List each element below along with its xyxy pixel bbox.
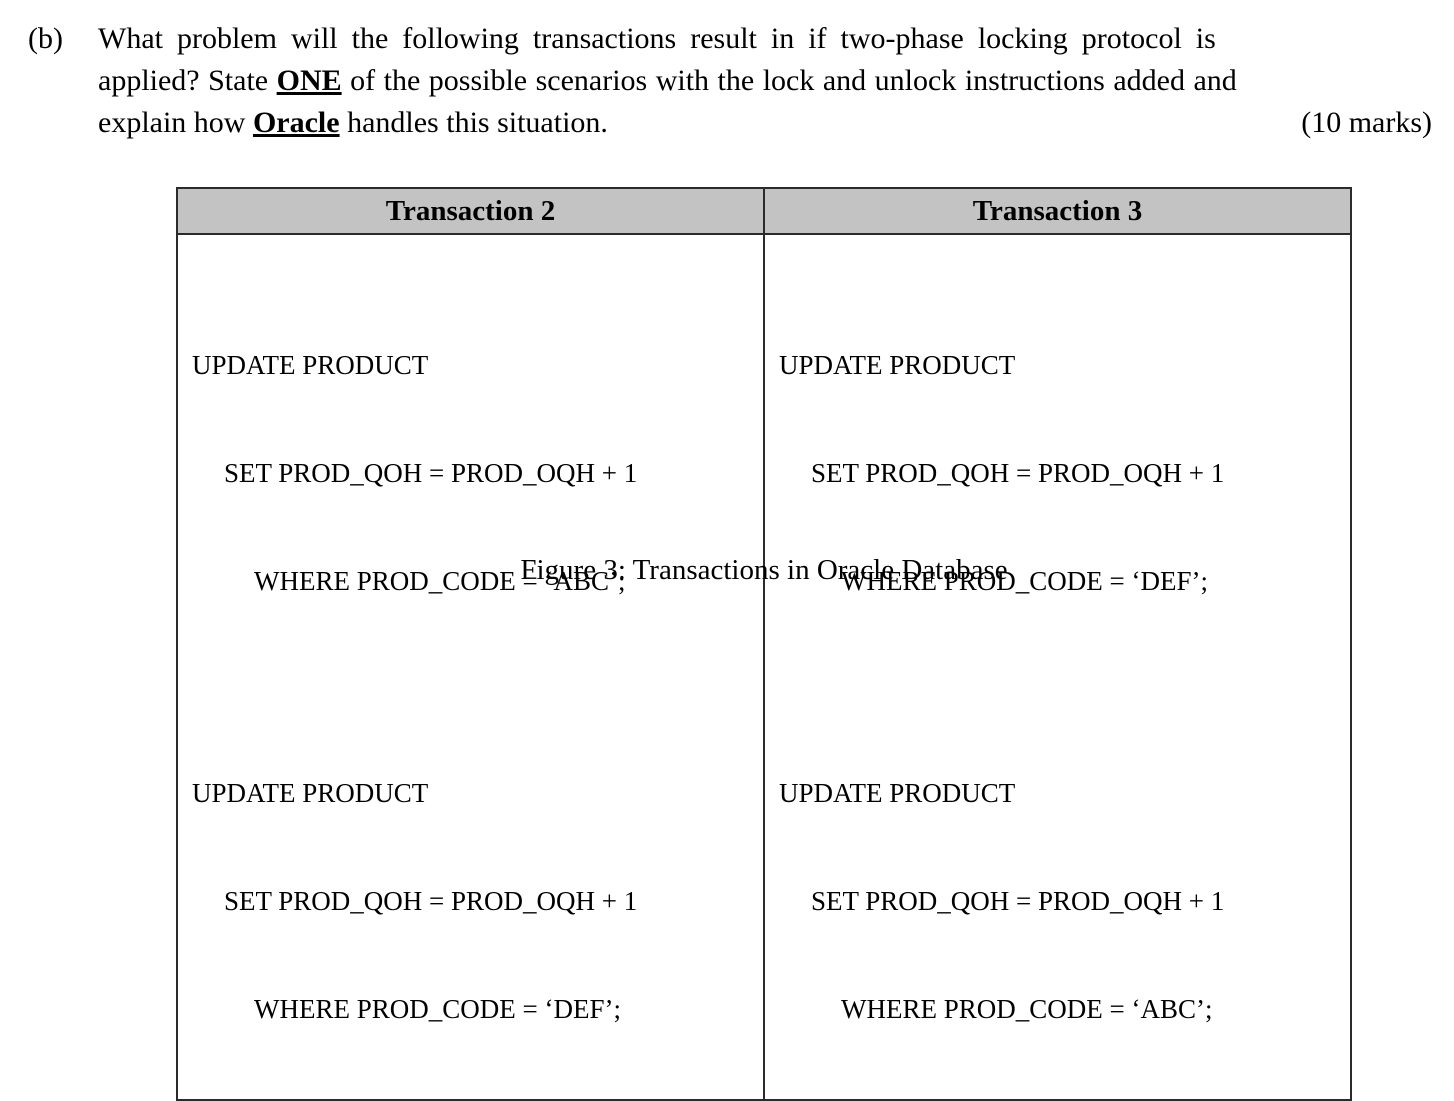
sql-line: SET PROD_QOH = PROD_OQH + 1 <box>224 458 638 488</box>
question-line-3-text-after: handles this situation. <box>339 106 608 139</box>
sql-line: UPDATE PRODUCT <box>192 778 429 808</box>
question-line-2-text-before: applied? State <box>98 64 277 97</box>
question-line-2: applied? State ONE of the possible scena… <box>98 60 1432 102</box>
question-line-3: explain how Oracle handles this situatio… <box>98 102 1432 144</box>
sql-line: UPDATE PRODUCT <box>192 350 429 380</box>
sql-blank-line <box>779 671 1350 703</box>
question-block: (b) What problem will the following tran… <box>28 18 1432 144</box>
question-line-2-text-after: of the possible scenarios with the lock … <box>341 64 1237 97</box>
marks-allocation: (10 marks) <box>1301 106 1432 139</box>
sql-line: SET PROD_QOH = PROD_OQH + 1 <box>811 886 1225 916</box>
question-label: (b) <box>28 22 63 55</box>
cell-transaction-3: UPDATE PRODUCT SET PROD_QOH = PROD_OQH +… <box>763 233 1352 1101</box>
column-header-transaction-3: Transaction 3 <box>763 187 1352 235</box>
cell-transaction-2: UPDATE PRODUCT SET PROD_QOH = PROD_OQH +… <box>176 233 765 1101</box>
question-text: What problem will the following transact… <box>98 18 1432 144</box>
emphasis-oracle: Oracle <box>252 106 340 139</box>
figure-caption: Figure 3: Transactions in Oracle Databas… <box>520 554 1008 586</box>
table-row: UPDATE PRODUCT SET PROD_QOH = PROD_OQH +… <box>176 233 1352 1101</box>
question-line-3-text-before: explain how <box>98 106 253 139</box>
sql-line: WHERE PROD_CODE = ‘ABC’; <box>841 994 1213 1024</box>
sql-line: SET PROD_QOH = PROD_OQH + 1 <box>224 886 638 916</box>
sql-line: SET PROD_QOH = PROD_OQH + 1 <box>811 458 1225 488</box>
column-header-transaction-2: Transaction 2 <box>176 187 765 235</box>
question-line-1: What problem will the following transact… <box>98 18 1432 60</box>
question-line-1-text: What problem will the following transact… <box>98 22 1216 55</box>
sql-block-transaction-2: UPDATE PRODUCT SET PROD_QOH = PROD_OQH +… <box>178 235 763 1099</box>
sql-blank-line <box>192 671 763 703</box>
sql-block-transaction-3: UPDATE PRODUCT SET PROD_QOH = PROD_OQH +… <box>765 235 1350 1099</box>
emphasis-one: ONE <box>276 64 342 97</box>
sql-line: UPDATE PRODUCT <box>779 778 1016 808</box>
table-header-row: Transaction 2 Transaction 3 <box>176 187 1352 235</box>
transactions-table: Transaction 2 Transaction 3 UPDATE PRODU… <box>176 187 1352 1101</box>
sql-line: WHERE PROD_CODE = ‘DEF’; <box>254 994 621 1024</box>
sql-line: UPDATE PRODUCT <box>779 350 1016 380</box>
